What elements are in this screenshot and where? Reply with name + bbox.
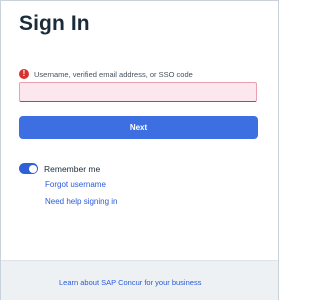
error-icon: ! — [19, 69, 29, 79]
page-title: Sign In — [19, 12, 90, 35]
next-button[interactable]: Next — [19, 116, 258, 139]
remember-me-label: Remember me — [44, 163, 101, 174]
remember-me-row: Remember me — [19, 163, 100, 174]
need-help-link[interactable]: Need help signing in — [45, 197, 118, 206]
username-input[interactable] — [19, 82, 257, 102]
toggle-knob — [28, 164, 37, 173]
sign-in-page: Sign In ! Username, verified email addre… — [0, 0, 279, 300]
remember-me-toggle[interactable] — [19, 163, 38, 174]
username-label-row: ! Username, verified email address, or S… — [19, 69, 193, 79]
username-label: Username, verified email address, or SSO… — [34, 69, 193, 79]
learn-about-sap-concur-link[interactable]: Learn about SAP Concur for your business — [59, 278, 201, 287]
footer: Learn about SAP Concur for your business — [1, 260, 278, 300]
forgot-username-link[interactable]: Forgot username — [45, 180, 106, 189]
